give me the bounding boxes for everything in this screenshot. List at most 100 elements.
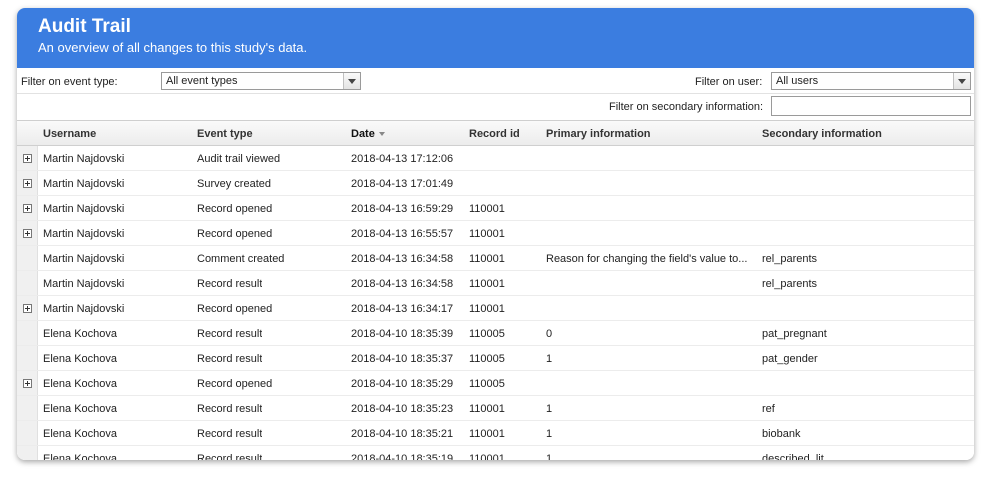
date-cell: 2018-04-13 16:34:58 xyxy=(351,253,454,265)
record-id-cell: 110001 xyxy=(469,278,505,290)
date-cell: 2018-04-13 17:12:06 xyxy=(351,153,454,165)
primary-info-cell: 1 xyxy=(546,428,553,440)
row-gutter xyxy=(17,196,38,220)
date-cell: 2018-04-10 18:35:21 xyxy=(351,428,454,440)
row-gutter xyxy=(17,371,38,395)
record-id-cell: 110001 xyxy=(469,428,505,440)
date-cell: 2018-04-10 18:35:29 xyxy=(351,378,454,390)
filter-divider xyxy=(17,93,974,94)
username-cell: Elena Kochova xyxy=(43,378,117,390)
event-type-cell: Comment created xyxy=(197,253,285,265)
event-type-cell: Record opened xyxy=(197,203,273,215)
table-row[interactable]: Elena Kochova Record result 2018-04-10 18:… xyxy=(17,346,974,371)
username-cell: Elena Kochova xyxy=(43,328,117,340)
table-row[interactable]: Elena Kochova Record result 2018-04-10 18:… xyxy=(17,321,974,346)
event-type-filter-label: Filter on event type: xyxy=(21,76,118,88)
row-gutter xyxy=(17,221,38,245)
event-type-cell: Audit trail viewed xyxy=(197,153,281,165)
column-header-date[interactable]: Date xyxy=(351,128,385,140)
audit-trail-panel: Audit Trail An overview of all changes t… xyxy=(17,8,974,460)
primary-info-cell: 1 xyxy=(546,453,553,460)
table-row[interactable]: Elena Kochova Record opened 2018-04-10 18:… xyxy=(17,371,974,396)
username-cell: Martin Najdovski xyxy=(43,203,125,215)
row-gutter xyxy=(17,271,38,295)
expand-plus-icon[interactable] xyxy=(23,204,32,213)
date-cell: 2018-04-10 18:35:19 xyxy=(351,453,454,460)
secondary-info-cell: pat_gender xyxy=(762,353,818,365)
record-id-cell: 110001 xyxy=(469,453,505,460)
username-cell: Martin Najdovski xyxy=(43,153,125,165)
column-header-record-id[interactable]: Record id xyxy=(469,128,520,140)
username-cell: Martin Najdovski xyxy=(43,253,125,265)
secondary-info-cell: rel_parents xyxy=(762,253,818,265)
username-cell: Elena Kochova xyxy=(43,403,117,415)
record-id-cell: 110005 xyxy=(469,378,505,390)
event-type-select[interactable]: All event types xyxy=(161,72,361,90)
record-id-cell: 110001 xyxy=(469,228,505,240)
record-id-cell: 110001 xyxy=(469,253,505,265)
date-cell: 2018-04-13 16:59:29 xyxy=(351,203,454,215)
table-row[interactable]: Martin Najdovski Survey created 2018-04-13… xyxy=(17,171,974,196)
column-header-secondary-info[interactable]: Secondary information xyxy=(762,128,882,140)
table-row[interactable]: Martin Najdovski Comment created 2018-04-1… xyxy=(17,246,974,271)
column-header-event-type[interactable]: Event type xyxy=(197,128,253,140)
expand-plus-icon[interactable] xyxy=(23,304,32,313)
table-row[interactable]: Martin Najdovski Audit trail viewed 2018-0… xyxy=(17,146,974,171)
event-type-cell: Record result xyxy=(197,453,263,460)
date-cell: 2018-04-10 18:35:39 xyxy=(351,328,454,340)
secondary-info-cell: described_lit xyxy=(762,453,824,460)
column-header-primary-info[interactable]: Primary information xyxy=(546,128,651,140)
record-id-cell: 110001 xyxy=(469,303,505,315)
event-type-cell: Record opened xyxy=(197,303,273,315)
page-title: Audit Trail xyxy=(38,16,131,37)
date-cell: 2018-04-13 16:34:58 xyxy=(351,278,454,290)
event-type-cell: Record opened xyxy=(197,378,273,390)
row-gutter xyxy=(17,296,38,320)
primary-info-cell: Reason for changing the field's value to… xyxy=(546,253,748,265)
expand-plus-icon[interactable] xyxy=(23,179,32,188)
secondary-info-cell: rel_parents xyxy=(762,278,818,290)
row-gutter xyxy=(17,346,38,370)
sort-descending-icon xyxy=(378,132,385,137)
event-type-cell: Record result xyxy=(197,403,263,415)
expand-plus-icon[interactable] xyxy=(23,229,32,238)
primary-info-cell: 0 xyxy=(546,328,553,340)
user-select[interactable]: All users xyxy=(771,72,971,90)
username-cell: Martin Najdovski xyxy=(43,178,125,190)
table-row[interactable]: Martin Najdovski Record opened 2018-04-13 … xyxy=(17,221,974,246)
row-gutter xyxy=(17,171,38,195)
page-subtitle: An overview of all changes to this study… xyxy=(38,40,308,55)
date-cell: 2018-04-10 18:35:37 xyxy=(351,353,454,365)
column-header-username[interactable]: Username xyxy=(43,128,96,140)
date-cell: 2018-04-13 16:34:17 xyxy=(351,303,454,315)
row-gutter xyxy=(17,146,38,170)
username-cell: Martin Najdovski xyxy=(43,303,125,315)
record-id-cell: 110005 xyxy=(469,328,505,340)
table-row[interactable]: Elena Kochova Record result 2018-04-10 18:… xyxy=(17,446,974,460)
username-cell: Elena Kochova xyxy=(43,353,117,365)
table-row[interactable]: Elena Kochova Record result 2018-04-10 18:… xyxy=(17,396,974,421)
date-cell: 2018-04-10 18:35:23 xyxy=(351,403,454,415)
table-row[interactable]: Martin Najdovski Record opened 2018-04-13 … xyxy=(17,196,974,221)
secondary-filter-label: Filter on secondary information: xyxy=(609,101,764,113)
secondary-info-input[interactable] xyxy=(771,96,971,116)
user-filter-label: Filter on user: xyxy=(695,76,763,88)
expand-plus-icon[interactable] xyxy=(23,154,32,163)
primary-info-cell: 1 xyxy=(546,353,553,365)
username-cell: Martin Najdovski xyxy=(43,228,125,240)
username-cell: Martin Najdovski xyxy=(43,278,125,290)
event-type-cell: Record result xyxy=(197,353,263,365)
event-type-cell: Record result xyxy=(197,328,263,340)
chevron-down-icon xyxy=(953,73,970,89)
event-type-select-value: All event types xyxy=(166,75,238,87)
table-row[interactable]: Elena Kochova Record result 2018-04-10 18:… xyxy=(17,421,974,446)
row-gutter xyxy=(17,446,38,460)
event-type-cell: Record result xyxy=(197,278,263,290)
expand-plus-icon[interactable] xyxy=(23,379,32,388)
username-cell: Elena Kochova xyxy=(43,453,117,460)
username-cell: Elena Kochova xyxy=(43,428,117,440)
table-row[interactable]: Martin Najdovski Record opened 2018-04-13 … xyxy=(17,296,974,321)
table-row[interactable]: Martin Najdovski Record result 2018-04-13 … xyxy=(17,271,974,296)
panel-header: Audit Trail An overview of all changes t… xyxy=(17,8,974,68)
date-cell: 2018-04-13 17:01:49 xyxy=(351,178,454,190)
